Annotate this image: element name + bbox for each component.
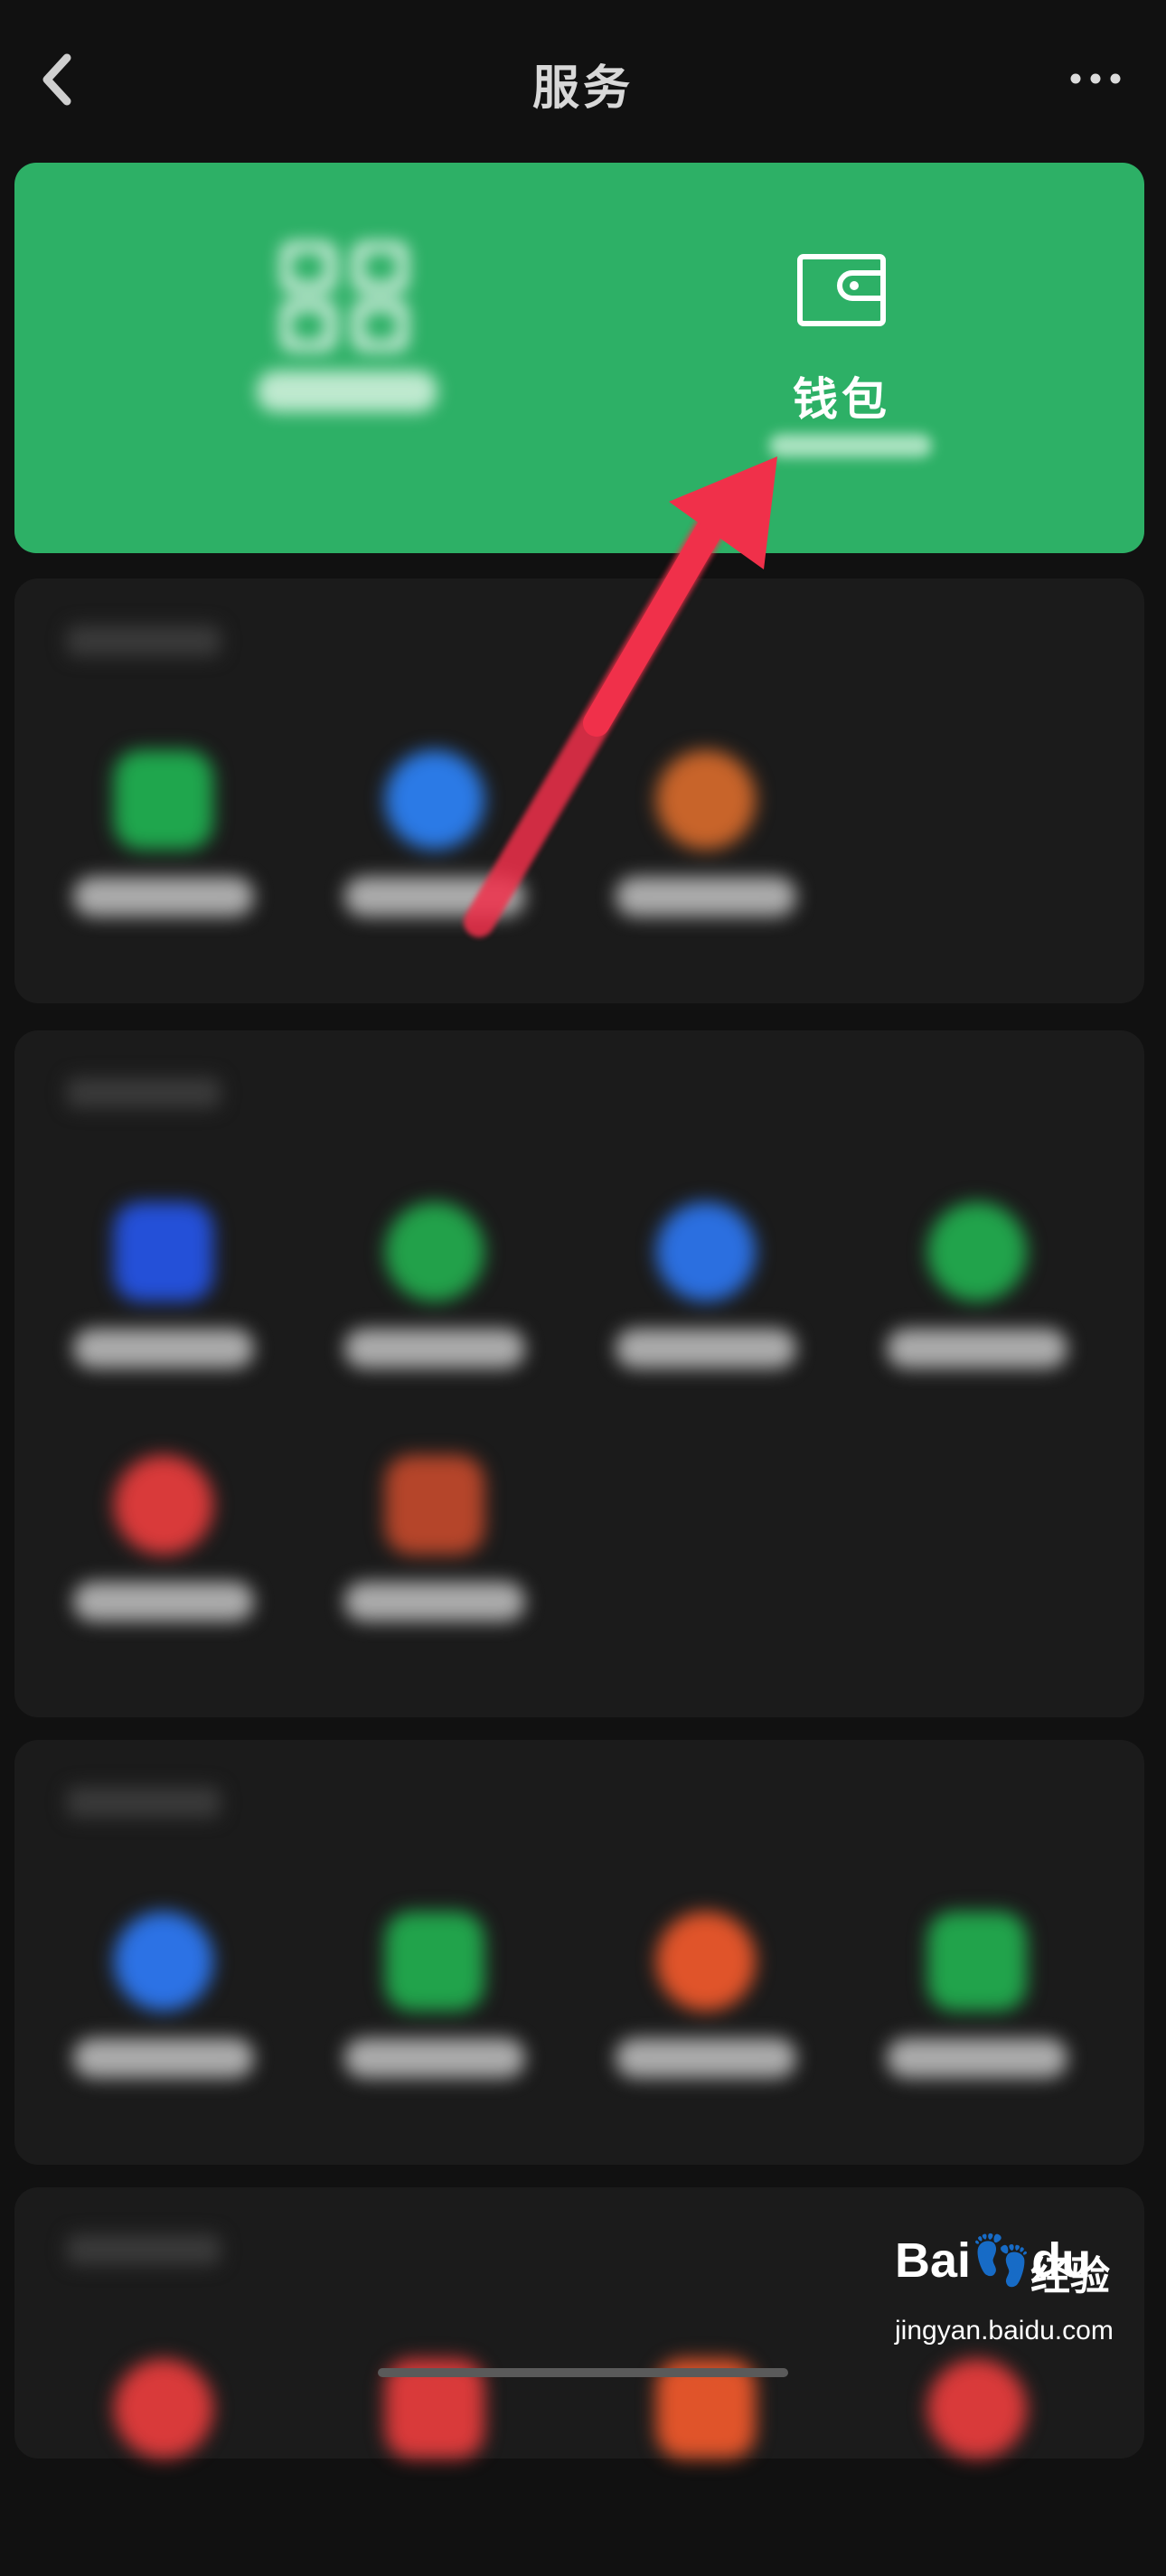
wallet-tile[interactable]: 钱包: [579, 163, 1144, 553]
section-title: [67, 1077, 221, 1108]
service-icon: [114, 1455, 213, 1555]
watermark-url: jingyan.baidu.com: [895, 2316, 1114, 2346]
service-icon: [114, 1202, 213, 1302]
scan-pay-tile[interactable]: [14, 163, 579, 553]
service-icon: [656, 750, 756, 850]
service-icon: [385, 1202, 484, 1302]
service-icon: [656, 1912, 756, 2011]
home-indicator: [378, 2368, 788, 2377]
service-item[interactable]: [286, 1912, 557, 2129]
service-label: [887, 2038, 1067, 2078]
service-item[interactable]: [14, 750, 286, 967]
service-icon: [927, 1912, 1027, 2011]
service-item[interactable]: [557, 750, 828, 967]
service-label: [73, 2038, 254, 2078]
baidu-jingyan-watermark: Bai👣du 经验 jingyan.baidu.com: [895, 2233, 1130, 2368]
service-icon: [385, 750, 484, 850]
service-label: [73, 1329, 254, 1368]
service-item[interactable]: [286, 1202, 557, 1419]
service-icon: [385, 1455, 484, 1555]
service-label: [73, 877, 254, 917]
page-title: 服务: [531, 61, 634, 116]
wallet-balance-blurred: [769, 434, 932, 457]
service-icon: [385, 1912, 484, 2011]
service-item[interactable]: [14, 1912, 286, 2129]
service-item[interactable]: [557, 1202, 828, 1419]
section-title: [67, 2234, 221, 2265]
scan-pay-icon: [281, 242, 408, 351]
service-item[interactable]: [14, 2359, 286, 2576]
service-item[interactable]: [14, 1202, 286, 1419]
service-label: [344, 1582, 525, 1622]
service-label: [344, 877, 525, 917]
service-item[interactable]: [828, 2359, 1099, 2576]
service-item[interactable]: [286, 2359, 557, 2576]
service-icon: [927, 2359, 1027, 2458]
service-section-3: [14, 1740, 1144, 2165]
service-section-1: [14, 578, 1144, 1003]
wallet-label: 钱包: [793, 373, 890, 426]
service-label: [344, 2038, 525, 2078]
watermark-text: 经验: [1030, 2253, 1110, 2299]
service-label: [616, 877, 796, 917]
service-item[interactable]: [557, 2359, 828, 2576]
section-title: [67, 625, 221, 656]
service-item[interactable]: [828, 1912, 1099, 2129]
service-item[interactable]: [14, 1455, 286, 1672]
service-item[interactable]: [828, 1202, 1099, 1419]
service-label: [73, 1582, 254, 1622]
service-label: [887, 1329, 1067, 1368]
service-label: [616, 1329, 796, 1368]
service-icon: [114, 750, 213, 850]
top-bar: 服务: [0, 0, 1166, 154]
hero-card: 钱包: [14, 163, 1144, 553]
service-label: [344, 1329, 525, 1368]
service-icon: [656, 1202, 756, 1302]
scan-pay-label: [257, 371, 437, 412]
service-label: [616, 2038, 796, 2078]
more-dots-icon[interactable]: [1068, 65, 1123, 92]
section-title: [67, 1787, 221, 1818]
service-icon: [114, 2359, 213, 2458]
wallet-icon: [797, 254, 886, 326]
service-icon: [114, 1912, 213, 2011]
service-item[interactable]: [286, 750, 557, 967]
service-item[interactable]: [557, 1912, 828, 2129]
service-item[interactable]: [286, 1455, 557, 1672]
service-icon: [927, 1202, 1027, 1302]
service-section-2: [14, 1030, 1144, 1717]
